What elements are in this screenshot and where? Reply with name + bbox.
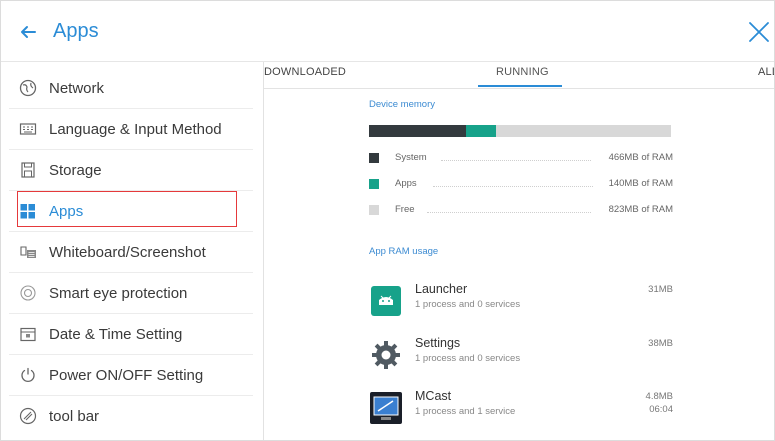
legend-swatch	[369, 205, 379, 215]
legend-name: System	[395, 152, 427, 163]
app-memory-size: 31MB	[648, 284, 673, 295]
legend-swatch	[369, 179, 379, 189]
sidebar-item-date-time[interactable]: Date & Time Setting	[9, 314, 253, 355]
app-memory-size: 38MB	[648, 338, 673, 349]
close-button[interactable]	[745, 18, 773, 46]
page-title: Apps	[53, 20, 99, 42]
tab-running[interactable]: RUNNING	[496, 66, 549, 78]
apps-grid-icon	[19, 202, 37, 220]
legend-name: Apps	[395, 178, 417, 189]
mcast-icon	[369, 391, 403, 425]
whiteboard-icon	[19, 243, 37, 261]
memory-bar-apps	[465, 125, 496, 137]
launcher-icon	[369, 284, 403, 318]
leader-dots	[433, 186, 593, 187]
legend-swatch	[369, 153, 379, 163]
app-process-info: 1 process and 0 services	[415, 353, 521, 364]
app-process-info: 1 process and 0 services	[415, 299, 521, 310]
legend-system: System 466MB of RAM	[369, 152, 673, 166]
legend-value: 466MB of RAM	[608, 152, 673, 163]
app-run-time: 06:04	[649, 404, 673, 415]
back-button[interactable]	[15, 19, 41, 45]
arrow-left-icon	[21, 26, 36, 38]
sidebar-item-power[interactable]: Power ON/OFF Setting	[9, 355, 253, 396]
sidebar-item-label: Date & Time Setting	[49, 325, 183, 343]
leader-dots	[441, 160, 591, 161]
tab-all[interactable]: ALL	[758, 66, 774, 78]
settings-window: Apps Network Language & Input Method Sto…	[0, 0, 775, 441]
sidebar-item-toolbar[interactable]: tool bar	[9, 396, 253, 436]
sidebar-item-apps[interactable]: Apps	[9, 191, 253, 232]
header-bar: Apps	[1, 1, 774, 62]
leader-dots	[427, 212, 591, 213]
sidebar-item-label: tool bar	[49, 407, 100, 425]
memory-usage-bar	[369, 125, 671, 137]
running-apps-panel: Device memory System 466MB of RAM Apps 1…	[264, 89, 774, 440]
sidebar-item-eye-protection[interactable]: Smart eye protection	[9, 273, 253, 314]
legend-apps: Apps 140MB of RAM	[369, 178, 673, 192]
eye-icon	[19, 284, 37, 302]
sidebar-item-label: Storage	[49, 161, 102, 179]
app-ram-heading: App RAM usage	[369, 246, 439, 257]
sidebar-item-label: Power ON/OFF Setting	[49, 366, 204, 384]
settings-sidebar: Network Language & Input Method Storage …	[1, 62, 264, 440]
sidebar-item-label: Whiteboard/Screenshot	[49, 243, 206, 261]
sidebar-item-label: Language & Input Method	[49, 120, 222, 138]
memory-bar-system	[369, 125, 466, 137]
app-name: MCast	[415, 389, 452, 403]
tab-downloaded[interactable]: DOWNLOADED	[264, 66, 346, 78]
device-memory-heading: Device memory	[369, 99, 435, 110]
legend-name: Free	[395, 204, 415, 215]
app-row-launcher[interactable]: Launcher 1 process and 0 services 31MB	[369, 282, 673, 322]
close-icon	[749, 22, 769, 42]
keyboard-icon	[19, 120, 37, 138]
sidebar-item-storage[interactable]: Storage	[9, 150, 253, 191]
legend-value: 823MB of RAM	[608, 204, 673, 215]
calendar-icon	[19, 325, 37, 343]
app-row-settings[interactable]: Settings 1 process and 0 services 38MB	[369, 336, 673, 376]
sidebar-item-label: Network	[49, 79, 105, 97]
sidebar-item-whiteboard[interactable]: Whiteboard/Screenshot	[9, 232, 253, 273]
legend-free: Free 823MB of RAM	[369, 204, 673, 218]
app-filter-tabs: DOWNLOADED RUNNING ALL	[264, 62, 774, 89]
sidebar-item-label: Apps	[49, 202, 84, 220]
app-memory-size: 4.8MB	[645, 391, 673, 402]
app-name: Launcher	[415, 282, 468, 296]
power-icon	[19, 366, 37, 384]
app-row-mcast[interactable]: MCast 1 process and 1 service 4.8MB 06:0…	[369, 389, 673, 429]
app-name: Settings	[415, 336, 461, 350]
sidebar-item-language[interactable]: Language & Input Method	[9, 109, 253, 150]
sidebar-item-network[interactable]: Network	[9, 68, 253, 109]
app-process-info: 1 process and 1 service	[415, 406, 516, 417]
storage-icon	[19, 161, 37, 179]
active-tab-indicator	[478, 85, 562, 87]
sidebar-item-label: Smart eye protection	[49, 284, 188, 302]
legend-value: 140MB of RAM	[608, 178, 673, 189]
globe-icon	[19, 79, 37, 97]
toolbar-icon	[19, 407, 37, 425]
settings-gear-icon	[369, 338, 403, 372]
